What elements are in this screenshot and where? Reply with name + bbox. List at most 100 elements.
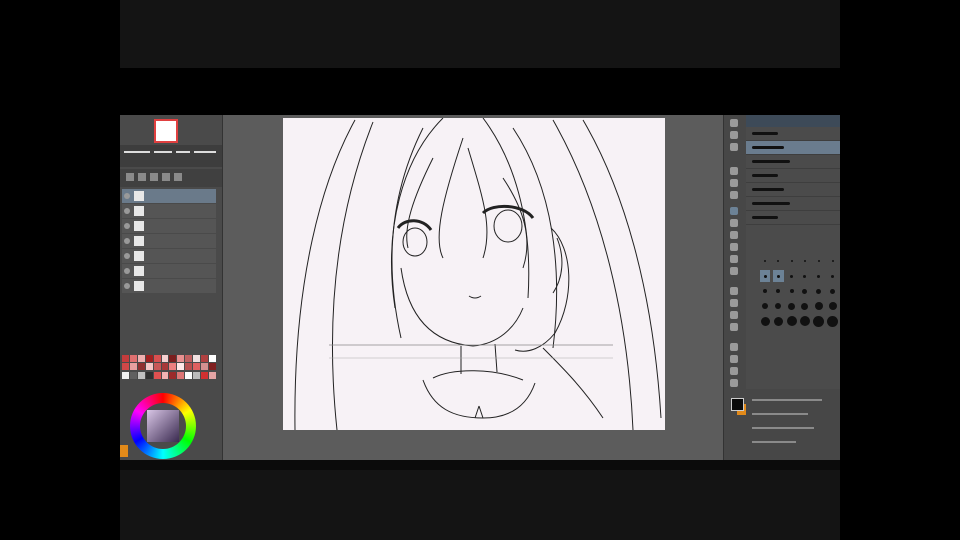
- brush-size-option[interactable]: [760, 270, 771, 282]
- brush-item[interactable]: [746, 197, 840, 211]
- brush-size-option[interactable]: [760, 300, 770, 312]
- foreground-color-chip[interactable]: [731, 398, 744, 411]
- color-swatch[interactable]: [169, 363, 177, 371]
- property-slider[interactable]: [752, 399, 822, 401]
- brush-size-option[interactable]: [786, 315, 797, 327]
- color-swatch[interactable]: [193, 363, 201, 371]
- color-swatch[interactable]: [209, 371, 216, 379]
- brush-size-option[interactable]: [813, 315, 824, 327]
- color-swatch[interactable]: [177, 371, 185, 379]
- brush-size-option[interactable]: [827, 315, 838, 327]
- brush-size-option[interactable]: [773, 315, 783, 327]
- layer-row[interactable]: [122, 204, 216, 218]
- color-swatch[interactable]: [153, 363, 161, 371]
- visibility-eye-icon[interactable]: [124, 283, 130, 289]
- new-folder-icon[interactable]: [138, 173, 146, 181]
- drawing-canvas[interactable]: [283, 118, 665, 430]
- brush-item[interactable]: [746, 141, 840, 155]
- color-swatch[interactable]: [145, 371, 153, 379]
- secondary-color-chip[interactable]: [120, 445, 128, 457]
- color-swatch[interactable]: [161, 355, 169, 362]
- brush-size-option[interactable]: [800, 270, 810, 282]
- color-swatch[interactable]: [122, 371, 129, 379]
- ruler-tool-icon[interactable]: [730, 367, 738, 375]
- trash-icon[interactable]: [174, 173, 182, 181]
- brush-tool-icon[interactable]: [730, 231, 738, 239]
- saturation-value-square[interactable]: [147, 410, 179, 442]
- color-swatch[interactable]: [129, 355, 137, 362]
- lasso-tool-icon[interactable]: [730, 179, 738, 187]
- new-layer-icon[interactable]: [126, 173, 134, 181]
- brush-item[interactable]: [746, 127, 840, 141]
- fill-tool-icon[interactable]: [730, 287, 738, 295]
- pencil-tool-icon[interactable]: [730, 219, 738, 227]
- eyedropper-tool-icon[interactable]: [730, 379, 738, 387]
- color-swatch[interactable]: [209, 363, 216, 371]
- airbrush-tool-icon[interactable]: [730, 243, 738, 251]
- brush-size-option[interactable]: [787, 270, 797, 282]
- lock-icon[interactable]: [162, 173, 170, 181]
- zoom-tool-icon[interactable]: [730, 131, 738, 139]
- layer-row[interactable]: [122, 219, 216, 233]
- color-swatch[interactable]: [161, 363, 169, 371]
- color-swatch[interactable]: [129, 371, 137, 379]
- brush-preview-strip[interactable]: [120, 145, 222, 167]
- color-swatch[interactable]: [145, 355, 153, 362]
- color-swatch[interactable]: [177, 363, 185, 371]
- color-swatch[interactable]: [137, 371, 145, 379]
- visibility-eye-icon[interactable]: [124, 268, 130, 274]
- color-swatch[interactable]: [137, 355, 145, 362]
- brush-size-option[interactable]: [813, 255, 824, 267]
- property-slider[interactable]: [752, 427, 814, 429]
- color-swatch[interactable]: [209, 355, 216, 362]
- visibility-eye-icon[interactable]: [124, 193, 130, 199]
- select-tool-icon[interactable]: [730, 167, 738, 175]
- color-swatch[interactable]: [169, 371, 177, 379]
- layer-row[interactable]: [122, 189, 216, 203]
- brush-size-option[interactable]: [800, 285, 810, 297]
- color-swatch[interactable]: [122, 363, 129, 371]
- text-tool-icon[interactable]: [730, 343, 738, 351]
- color-swatch[interactable]: [185, 371, 193, 379]
- blend-tool-icon[interactable]: [730, 267, 738, 275]
- color-swatch[interactable]: [201, 371, 209, 379]
- color-swatch[interactable]: [185, 355, 193, 362]
- brush-size-option[interactable]: [760, 315, 770, 327]
- color-swatch[interactable]: [153, 355, 161, 362]
- layer-row[interactable]: [122, 249, 216, 263]
- color-swatch[interactable]: [137, 363, 145, 371]
- brush-item[interactable]: [746, 169, 840, 183]
- brush-size-option[interactable]: [827, 285, 838, 297]
- gradient-tool-icon[interactable]: [730, 299, 738, 307]
- color-wheel[interactable]: [130, 393, 196, 459]
- brush-size-option[interactable]: [787, 255, 797, 267]
- frame-tool-icon[interactable]: [730, 323, 738, 331]
- color-swatch[interactable]: [153, 371, 161, 379]
- brush-size-option[interactable]: [773, 285, 783, 297]
- wand-tool-icon[interactable]: [730, 191, 738, 199]
- brush-item[interactable]: [746, 155, 840, 169]
- color-swatch[interactable]: [193, 355, 201, 362]
- brush-size-option[interactable]: [827, 300, 838, 312]
- brush-size-option[interactable]: [800, 300, 810, 312]
- color-swatch[interactable]: [201, 363, 209, 371]
- brush-size-option[interactable]: [787, 300, 797, 312]
- property-slider[interactable]: [752, 441, 796, 443]
- property-slider[interactable]: [752, 413, 808, 415]
- brush-size-option[interactable]: [813, 285, 824, 297]
- color-swatch[interactable]: [129, 363, 137, 371]
- brush-size-option[interactable]: [813, 270, 824, 282]
- move-tool-icon[interactable]: [730, 143, 738, 151]
- visibility-eye-icon[interactable]: [124, 208, 130, 214]
- mask-icon[interactable]: [150, 173, 158, 181]
- brush-size-option[interactable]: [813, 300, 824, 312]
- brush-size-option[interactable]: [773, 300, 783, 312]
- color-swatch[interactable]: [177, 355, 185, 362]
- brush-size-option[interactable]: [787, 285, 797, 297]
- brush-size-option[interactable]: [760, 255, 770, 267]
- brush-size-option[interactable]: [827, 255, 838, 267]
- visibility-eye-icon[interactable]: [124, 253, 130, 259]
- pen-tool-icon[interactable]: [730, 207, 738, 215]
- hand-tool-icon[interactable]: [730, 119, 738, 127]
- navigator-preview[interactable]: [154, 119, 178, 143]
